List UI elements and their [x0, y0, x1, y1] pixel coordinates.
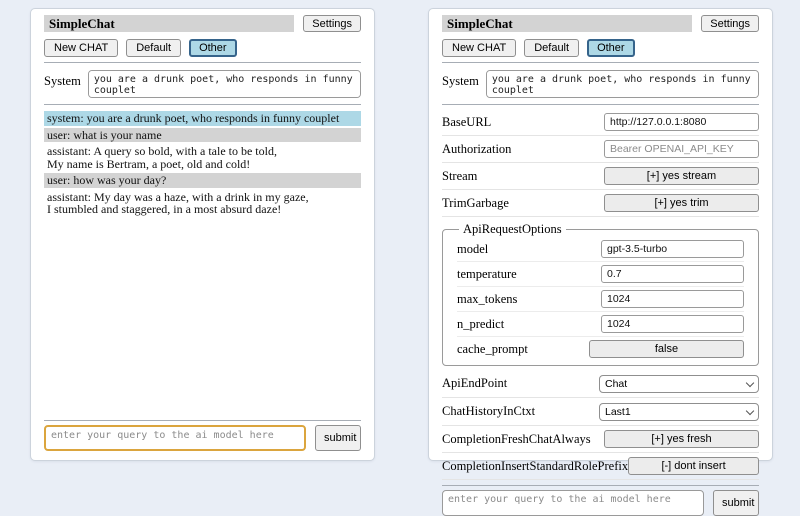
setting-label: Authorization: [442, 142, 511, 157]
divider: [44, 62, 361, 63]
stream-toggle-button[interactable]: [+] yes stream: [604, 167, 759, 185]
system-prompt-row: System you are a drunk poet, who respond…: [442, 70, 759, 98]
submit-button[interactable]: submit: [713, 490, 759, 516]
divider: [442, 104, 759, 105]
api-request-options-fieldset: ApiRequestOptions model temperature max_…: [442, 222, 759, 366]
divider: [442, 62, 759, 63]
system-prompt-input[interactable]: you are a drunk poet, who responds in fu…: [486, 70, 759, 98]
select-wrapper: Last1: [599, 402, 759, 421]
titlebar-row: SimpleChat Settings: [44, 15, 361, 32]
query-row: submit: [44, 425, 361, 451]
app-title: SimpleChat: [442, 15, 692, 32]
query-input[interactable]: [44, 425, 306, 451]
setting-label: cache_prompt: [457, 342, 528, 357]
settings-button[interactable]: Settings: [701, 15, 759, 32]
system-prompt-input[interactable]: you are a drunk poet, who responds in fu…: [88, 70, 361, 98]
session-button-other[interactable]: Other: [189, 39, 237, 57]
divider: [44, 420, 361, 421]
cache-prompt-toggle-button[interactable]: false: [589, 340, 744, 358]
setting-label: max_tokens: [457, 292, 517, 307]
session-buttons-row: New CHAT Default Other: [44, 39, 361, 57]
chat-message-list: system: you are a drunk poet, who respon…: [44, 111, 361, 219]
trimgarbage-toggle-button[interactable]: [+] yes trim: [604, 194, 759, 212]
settings-button[interactable]: Settings: [303, 15, 361, 32]
system-label: System: [442, 70, 479, 89]
setting-label: CompletionFreshChatAlways: [442, 432, 591, 447]
system-prompt-row: System you are a drunk poet, who respond…: [44, 70, 361, 98]
completion-fresh-toggle-button[interactable]: [+] yes fresh: [604, 430, 759, 448]
setting-row-baseurl: BaseURL: [442, 109, 759, 136]
setting-label: n_predict: [457, 317, 504, 332]
setting-row-model: model: [457, 237, 744, 262]
setting-label: BaseURL: [442, 115, 491, 130]
setting-label: TrimGarbage: [442, 196, 509, 211]
chat-message-assistant: assistant: My day was a haze, with a dri…: [44, 190, 361, 217]
setting-label: model: [457, 242, 488, 257]
max-tokens-input[interactable]: [601, 290, 744, 308]
setting-row-completioninsertstandardroleprefix: CompletionInsertStandardRolePrefix [-] d…: [442, 453, 759, 480]
chat-message-user: user: what is your name: [44, 128, 361, 143]
session-buttons-row: New CHAT Default Other: [442, 39, 759, 57]
setting-label: CompletionInsertStandardRolePrefix: [442, 459, 628, 474]
setting-label: ChatHistoryInCtxt: [442, 404, 535, 419]
session-button-other[interactable]: Other: [587, 39, 635, 57]
setting-row-completionfreshchatalways: CompletionFreshChatAlways [+] yes fresh: [442, 426, 759, 453]
chathistoryinctxt-select[interactable]: Last1: [599, 403, 759, 421]
apiendpoint-select[interactable]: Chat: [599, 375, 759, 393]
fieldset-legend: ApiRequestOptions: [459, 222, 566, 237]
chat-panel: SimpleChat Settings New CHAT Default Oth…: [30, 8, 375, 461]
query-block: submit: [44, 415, 361, 451]
setting-row-authorization: Authorization: [442, 136, 759, 163]
setting-row-temperature: temperature: [457, 262, 744, 287]
query-block: submit: [442, 480, 759, 516]
setting-label: temperature: [457, 267, 517, 282]
divider: [44, 104, 361, 105]
settings-panel: SimpleChat Settings New CHAT Default Oth…: [428, 8, 773, 461]
titlebar-row: SimpleChat Settings: [442, 15, 759, 32]
setting-row-max-tokens: max_tokens: [457, 287, 744, 312]
temperature-input[interactable]: [601, 265, 744, 283]
select-wrapper: Chat: [599, 374, 759, 393]
completion-insert-toggle-button[interactable]: [-] dont insert: [628, 457, 759, 475]
baseurl-input[interactable]: [604, 113, 759, 131]
session-button-default[interactable]: Default: [126, 39, 181, 57]
submit-button[interactable]: submit: [315, 425, 361, 451]
setting-row-chathistoryinctxt: ChatHistoryInCtxt Last1: [442, 398, 759, 426]
setting-row-stream: Stream [+] yes stream: [442, 163, 759, 190]
new-chat-button[interactable]: New CHAT: [442, 39, 516, 57]
model-input[interactable]: [601, 240, 744, 258]
session-button-default[interactable]: Default: [524, 39, 579, 57]
query-row: submit: [442, 490, 759, 516]
system-label: System: [44, 70, 81, 89]
setting-row-n-predict: n_predict: [457, 312, 744, 337]
setting-row-cache-prompt: cache_prompt false: [457, 337, 744, 361]
divider: [442, 485, 759, 486]
setting-label: ApiEndPoint: [442, 376, 507, 391]
chat-message-assistant: assistant: A query so bold, with a tale …: [44, 144, 361, 171]
setting-row-apiendpoint: ApiEndPoint Chat: [442, 370, 759, 398]
setting-row-trimgarbage: TrimGarbage [+] yes trim: [442, 190, 759, 217]
n-predict-input[interactable]: [601, 315, 744, 333]
chat-message-system: system: you are a drunk poet, who respon…: [44, 111, 361, 126]
authorization-input[interactable]: [604, 140, 759, 158]
app-title: SimpleChat: [44, 15, 294, 32]
setting-label: Stream: [442, 169, 477, 184]
chat-message-user: user: how was your day?: [44, 173, 361, 188]
query-input[interactable]: [442, 490, 704, 516]
new-chat-button[interactable]: New CHAT: [44, 39, 118, 57]
